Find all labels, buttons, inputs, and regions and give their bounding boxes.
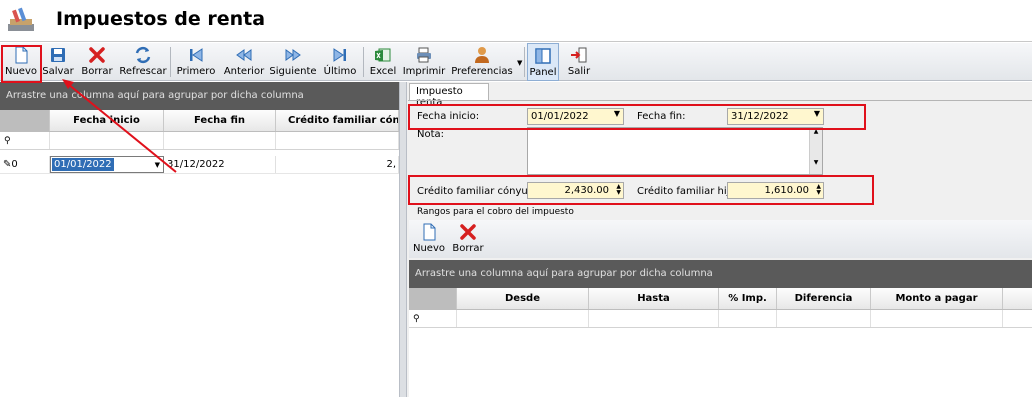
ranges-filter-row: ⚲	[409, 310, 1032, 328]
rangos-label: Rangos para el cobro del impuesto	[417, 207, 574, 217]
next-button-label: Siguiente	[269, 66, 317, 77]
nota-textarea[interactable]: ▲ ▼	[527, 127, 823, 175]
refresh-button[interactable]: Refrescar	[119, 43, 167, 81]
panel-button-label: Panel	[529, 67, 557, 78]
edit-pencil-icon: ✎	[3, 159, 12, 170]
ranges-new-button[interactable]: Nuevo	[411, 220, 447, 258]
refresh-icon	[135, 46, 151, 64]
preferences-dropdown-arrow-icon[interactable]: ▼	[517, 59, 522, 67]
row-indicator-value: 0	[11, 159, 18, 170]
toolbar-separator	[170, 47, 171, 77]
print-icon	[417, 47, 431, 63]
column-header-desde[interactable]: Desde	[457, 288, 589, 309]
nota-scrollbar[interactable]: ▲ ▼	[809, 128, 822, 174]
ranges-grid: Arrastre una columna aquí para agrupar p…	[409, 260, 1032, 397]
print-button-label: Imprimir	[402, 66, 446, 77]
excel-button-label: Excel	[369, 66, 397, 77]
grid-header: Fecha inicio Fecha fin Crédito familiar …	[0, 110, 399, 132]
previous-button[interactable]: Anterior	[222, 43, 266, 81]
excel-icon	[375, 48, 391, 62]
ranges-delete-button[interactable]: Borrar	[451, 220, 485, 258]
filter-cell-credito[interactable]	[276, 132, 399, 149]
filter-icon: ⚲	[409, 310, 457, 327]
save-button[interactable]: Salvar	[42, 43, 74, 81]
previous-button-label: Anterior	[223, 66, 265, 77]
last-button-label: Último	[323, 66, 357, 77]
refresh-button-label: Refrescar	[119, 66, 167, 77]
date-dropdown-icon[interactable]: ▼	[155, 161, 160, 169]
row-selector-header[interactable]	[0, 110, 50, 131]
exit-icon	[571, 47, 587, 63]
cell-fecha-fin[interactable]: 31/12/2022	[164, 156, 276, 173]
ranges-toolbar: Nuevo Borrar	[409, 220, 1032, 258]
ranges-delete-label: Borrar	[452, 243, 484, 254]
column-header-fecha-inicio[interactable]: Fecha inicio	[50, 110, 164, 131]
save-icon	[51, 48, 65, 62]
preferences-icon	[475, 47, 489, 63]
preferences-button-label: Preferencias	[451, 66, 513, 77]
ranges-new-label: Nuevo	[412, 243, 445, 254]
first-button-label: Primero	[176, 66, 216, 77]
toolbar-separator	[524, 47, 525, 77]
filter-cell-monto[interactable]	[871, 310, 1003, 327]
ranges-grid-header: Desde Hasta % Imp. Diferencia Monto a pa…	[409, 288, 1032, 310]
print-button[interactable]: Imprimir	[402, 43, 446, 81]
scroll-down-icon[interactable]: ▼	[810, 159, 822, 166]
delete-button[interactable]: Borrar	[80, 43, 114, 81]
panel-icon	[535, 48, 551, 64]
app-tax-icon	[8, 7, 34, 31]
column-header-fecha-fin[interactable]: Fecha fin	[164, 110, 276, 131]
title-bar: Impuestos de renta	[0, 0, 1032, 42]
filter-cell-hasta[interactable]	[589, 310, 719, 327]
pane-splitter[interactable]	[399, 82, 407, 397]
next-record-icon	[285, 49, 301, 61]
filter-icon: ⚲	[0, 132, 50, 149]
exit-button[interactable]: Salir	[564, 43, 594, 81]
preferences-button[interactable]: Preferencias	[450, 43, 514, 81]
exit-button-label: Salir	[567, 66, 591, 77]
first-record-icon	[190, 48, 203, 62]
excel-button[interactable]: Excel	[367, 43, 399, 81]
page-title: Impuestos de renta	[56, 8, 266, 30]
main-toolbar: Nuevo Salvar Borrar Refrescar Primero An…	[0, 43, 1032, 81]
group-by-hint[interactable]: Arrastre una columna aquí para agrupar p…	[0, 82, 399, 110]
table-row[interactable]: ✎ 0 01/01/2022 ▼ 31/12/2022 2,	[0, 156, 399, 174]
filter-cell-porcentaje[interactable]	[719, 310, 777, 327]
delete-button-label: Borrar	[81, 66, 113, 77]
column-header-porcentaje[interactable]: % Imp.	[719, 288, 777, 309]
cell-fecha-inicio-value: 01/01/2022	[52, 158, 114, 171]
tab-impuesto-renta[interactable]: Impuesto renta	[409, 83, 489, 108]
previous-record-icon	[236, 49, 252, 61]
row-indicator: ✎ 0	[0, 156, 50, 173]
highlight-box-new-button	[1, 45, 42, 83]
nota-label: Nota:	[417, 129, 445, 140]
column-header-hasta[interactable]: Hasta	[589, 288, 719, 309]
delete-icon	[89, 47, 105, 63]
cell-credito[interactable]: 2,	[276, 156, 399, 173]
records-grid: Arrastre una columna aquí para agrupar p…	[0, 82, 399, 397]
filter-cell-fecha-fin[interactable]	[164, 132, 276, 149]
column-header-monto[interactable]: Monto a pagar	[871, 288, 1003, 309]
highlight-box-dates	[408, 104, 866, 130]
last-record-icon	[333, 48, 346, 62]
highlight-box-credits	[408, 175, 874, 205]
filter-cell-fecha-inicio[interactable]	[50, 132, 164, 149]
filter-row: ⚲	[0, 132, 399, 150]
filter-cell-diferencia[interactable]	[777, 310, 871, 327]
column-header-credito-conyuge[interactable]: Crédito familiar cónyu	[276, 110, 399, 131]
ranges-group-by-hint[interactable]: Arrastre una columna aquí para agrupar p…	[409, 260, 1032, 288]
last-button[interactable]: Último	[322, 43, 358, 81]
first-button[interactable]: Primero	[176, 43, 216, 81]
next-button[interactable]: Siguiente	[268, 43, 318, 81]
panel-button[interactable]: Panel	[527, 43, 559, 81]
new-document-icon	[423, 223, 436, 241]
column-header-diferencia[interactable]: Diferencia	[777, 288, 871, 309]
cell-fecha-inicio[interactable]: 01/01/2022 ▼	[50, 156, 164, 173]
delete-icon	[460, 224, 476, 240]
row-selector-header[interactable]	[409, 288, 457, 309]
toolbar-separator	[363, 47, 364, 77]
save-button-label: Salvar	[42, 66, 74, 77]
filter-cell-desde[interactable]	[457, 310, 589, 327]
